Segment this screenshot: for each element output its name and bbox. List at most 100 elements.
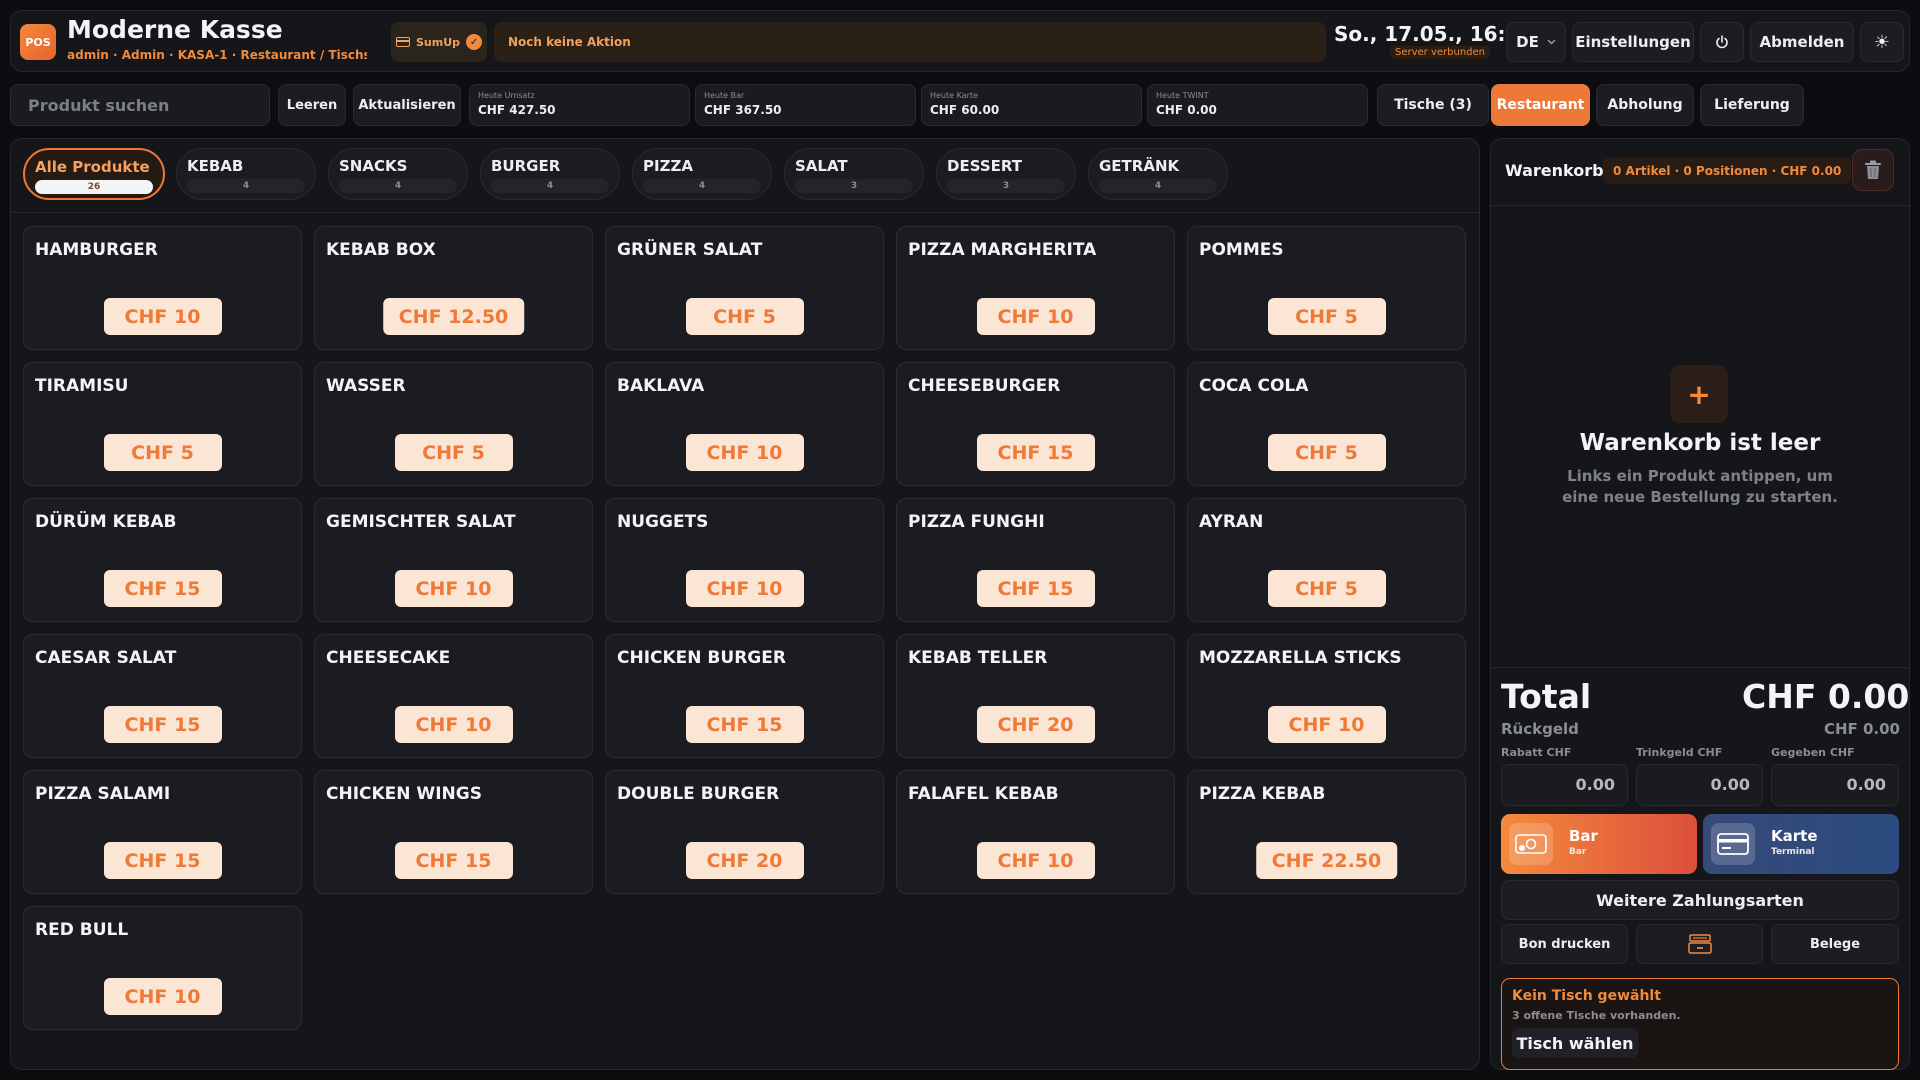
product-card[interactable]: GEMISCHTER SALAT CHF 10 (314, 498, 593, 622)
product-price: CHF 15 (976, 434, 1095, 471)
product-name: CHICKEN WINGS (326, 784, 482, 804)
cart-empty-title: Warenkorb ist leer (1579, 430, 1821, 456)
product-card[interactable]: HAMBURGER CHF 10 (23, 226, 302, 350)
table-selection-hint: 3 offene Tische vorhanden. (1512, 1009, 1681, 1022)
mode-restaurant-button[interactable]: Restaurant (1491, 84, 1590, 126)
category-name: BURGER (491, 157, 561, 175)
stat-value: CHF 60.00 (930, 103, 1000, 117)
product-name: CHICKEN BURGER (617, 648, 786, 668)
product-card[interactable]: COCA COLA CHF 5 (1187, 362, 1466, 486)
category-all[interactable]: Alle Produkte 26 (23, 148, 165, 200)
clear-cart-button[interactable] (1852, 149, 1894, 191)
product-card[interactable]: KEBAB TELLER CHF 20 (896, 634, 1175, 758)
settings-button[interactable]: Einstellungen (1572, 22, 1694, 62)
product-card[interactable]: NUGGETS CHF 10 (605, 498, 884, 622)
product-card[interactable]: AYRAN CHF 5 (1187, 498, 1466, 622)
product-card[interactable]: CHEESEBURGER CHF 15 (896, 362, 1175, 486)
product-name: COCA COLA (1199, 376, 1309, 396)
logout-button[interactable]: Abmelden (1750, 22, 1854, 62)
product-card[interactable]: WASSER CHF 5 (314, 362, 593, 486)
product-name: GEMISCHTER SALAT (326, 512, 516, 532)
product-card[interactable]: BAKLAVA CHF 10 (605, 362, 884, 486)
total-label: Total (1501, 677, 1592, 716)
stat-label: Heute Karte (930, 91, 978, 100)
category-salat[interactable]: SALAT 3 (784, 148, 924, 200)
category-name: SALAT (795, 157, 848, 175)
product-price: CHF 10 (394, 570, 513, 607)
product-card[interactable]: TIRAMISU CHF 5 (23, 362, 302, 486)
product-price: CHF 10 (685, 570, 804, 607)
product-price: CHF 10 (103, 298, 222, 335)
product-card[interactable]: PIZZA KEBAB CHF 22.50 (1187, 770, 1466, 894)
product-card[interactable]: DOUBLE BURGER CHF 20 (605, 770, 884, 894)
category-getraenk[interactable]: GETRÄNK 4 (1088, 148, 1228, 200)
product-price: CHF 22.50 (1255, 842, 1398, 879)
receipts-button[interactable]: Belege (1771, 924, 1899, 964)
product-name: FALAFEL KEBAB (908, 784, 1059, 804)
more-payment-methods-button[interactable]: Weitere Zahlungsarten (1501, 880, 1899, 920)
product-card[interactable]: KEBAB BOX CHF 12.50 (314, 226, 593, 350)
pay-card-button[interactable]: Karte Terminal (1703, 814, 1899, 874)
datetime: So., 17.05., 16:00 (1334, 22, 1534, 46)
product-price: CHF 5 (1267, 434, 1386, 471)
discount-input[interactable]: 0.00 (1501, 764, 1628, 806)
choose-table-button[interactable]: Tisch wählen (1512, 1028, 1638, 1058)
product-price: CHF 15 (976, 570, 1095, 607)
product-card[interactable]: POMMES CHF 5 (1187, 226, 1466, 350)
sun-icon: ☀ (1873, 31, 1891, 53)
category-snacks[interactable]: SNACKS 4 (328, 148, 468, 200)
product-search-input[interactable] (10, 84, 270, 126)
tip-input[interactable]: 0.00 (1636, 764, 1763, 806)
refresh-button[interactable]: Aktualisieren (353, 84, 461, 126)
product-card[interactable]: CAESAR SALAT CHF 15 (23, 634, 302, 758)
product-price: CHF 12.50 (382, 298, 525, 335)
pay-cash-subtitle: Bar (1569, 847, 1587, 857)
given-input[interactable]: 0.00 (1771, 764, 1899, 806)
sumup-status[interactable]: SumUp ✓ (391, 22, 487, 62)
product-name: WASSER (326, 376, 406, 396)
product-card[interactable]: RED BULL CHF 10 (23, 906, 302, 1030)
product-card[interactable]: PIZZA FUNGHI CHF 15 (896, 498, 1175, 622)
trash-icon (1865, 160, 1881, 179)
stat-label: Heute Bar (704, 91, 745, 100)
power-button[interactable] (1700, 22, 1744, 62)
app-logo: POS (20, 24, 56, 60)
total-value: CHF 0.00 (1742, 677, 1910, 716)
pay-card-title: Karte (1771, 827, 1818, 845)
change-value: CHF 0.00 (1823, 720, 1900, 738)
product-card[interactable]: PIZZA MARGHERITA CHF 10 (896, 226, 1175, 350)
product-card[interactable]: MOZZARELLA STICKS CHF 10 (1187, 634, 1466, 758)
category-count: 3 (795, 179, 913, 193)
category-kebab[interactable]: KEBAB 4 (176, 148, 316, 200)
product-name: CHEESECAKE (326, 648, 451, 668)
product-card[interactable]: FALAFEL KEBAB CHF 10 (896, 770, 1175, 894)
mode-pickup-button[interactable]: Abholung (1596, 84, 1694, 126)
theme-toggle-button[interactable]: ☀ (1860, 22, 1904, 62)
category-burger[interactable]: BURGER 4 (480, 148, 620, 200)
open-drawer-button[interactable] (1636, 924, 1763, 964)
language-select[interactable]: DE (1506, 22, 1566, 62)
pay-cash-button[interactable]: Bar Bar (1501, 814, 1697, 874)
clear-search-button[interactable]: Leeren (278, 84, 346, 126)
product-card[interactable]: CHEESECAKE CHF 10 (314, 634, 593, 758)
product-name: KEBAB BOX (326, 240, 436, 260)
cash-drawer-icon (1687, 934, 1712, 954)
product-name: CAESAR SALAT (35, 648, 177, 668)
mode-delivery-button[interactable]: Lieferung (1700, 84, 1804, 126)
product-card[interactable]: PIZZA SALAMI CHF 15 (23, 770, 302, 894)
product-price: CHF 15 (103, 570, 222, 607)
product-price: CHF 5 (1267, 298, 1386, 335)
product-name: DÜRÜM KEBAB (35, 512, 177, 532)
category-dessert[interactable]: DESSERT 3 (936, 148, 1076, 200)
category-pizza[interactable]: PIZZA 4 (632, 148, 772, 200)
cash-icon (1509, 823, 1553, 865)
product-card[interactable]: GRÜNER SALAT CHF 5 (605, 226, 884, 350)
print-receipt-button[interactable]: Bon drucken (1501, 924, 1628, 964)
product-name: PIZZA MARGHERITA (908, 240, 1097, 260)
category-name: GETRÄNK (1099, 157, 1180, 175)
product-price: CHF 5 (685, 298, 804, 335)
product-card[interactable]: DÜRÜM KEBAB CHF 15 (23, 498, 302, 622)
tables-button[interactable]: Tische (3) (1377, 84, 1489, 126)
product-card[interactable]: CHICKEN WINGS CHF 15 (314, 770, 593, 894)
product-card[interactable]: CHICKEN BURGER CHF 15 (605, 634, 884, 758)
